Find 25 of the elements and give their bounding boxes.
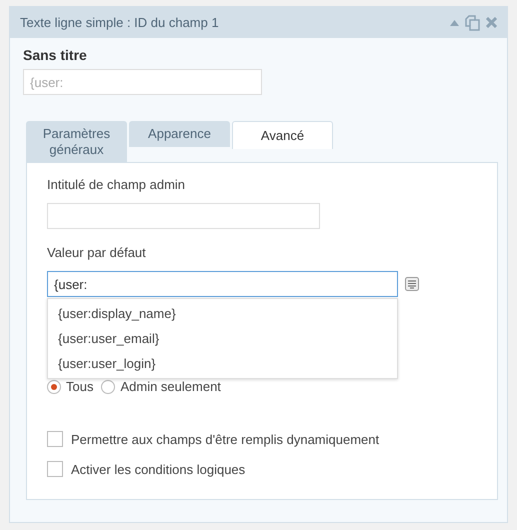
checkbox[interactable] [47, 431, 63, 447]
radio-label: Admin seulement [120, 379, 221, 394]
tab[interactable]: Apparence [129, 121, 230, 147]
radio-button[interactable] [47, 380, 61, 394]
checkbox[interactable] [47, 461, 63, 477]
suggestion-item[interactable]: {user:display_name} [48, 301, 397, 326]
checkbox-label: Activer les conditions logiques [71, 462, 246, 476]
panel-title: Texte ligne simple : ID du champ 1 [20, 15, 220, 30]
duplicate-icon[interactable] [465, 14, 480, 30]
radio-label: Tous [66, 379, 94, 394]
default-value-label: Valeur par défaut [47, 245, 147, 260]
collapse-icon[interactable] [450, 20, 459, 26]
admin-label-field[interactable] [47, 203, 320, 229]
checkbox-label: Permettre aux champs d'être remplis dynamiquement [71, 432, 380, 446]
suggestion-item[interactable]: {user:user_login} [48, 351, 397, 376]
tab[interactable]: Avancé [232, 121, 333, 149]
tab[interactable]: Paramètres généraux [26, 121, 127, 163]
admin-label-label: Intitulé de champ admin [47, 177, 186, 192]
default-value-field[interactable]: {user: [47, 271, 398, 297]
preview-field[interactable]: {user: [23, 69, 262, 95]
merge-tags-icon[interactable] [405, 277, 419, 291]
field-label: Sans titre [23, 47, 88, 63]
radio-button[interactable] [101, 380, 116, 394]
suggestion-item[interactable]: {user:user_email} [48, 326, 397, 351]
close-icon[interactable] [486, 17, 497, 28]
